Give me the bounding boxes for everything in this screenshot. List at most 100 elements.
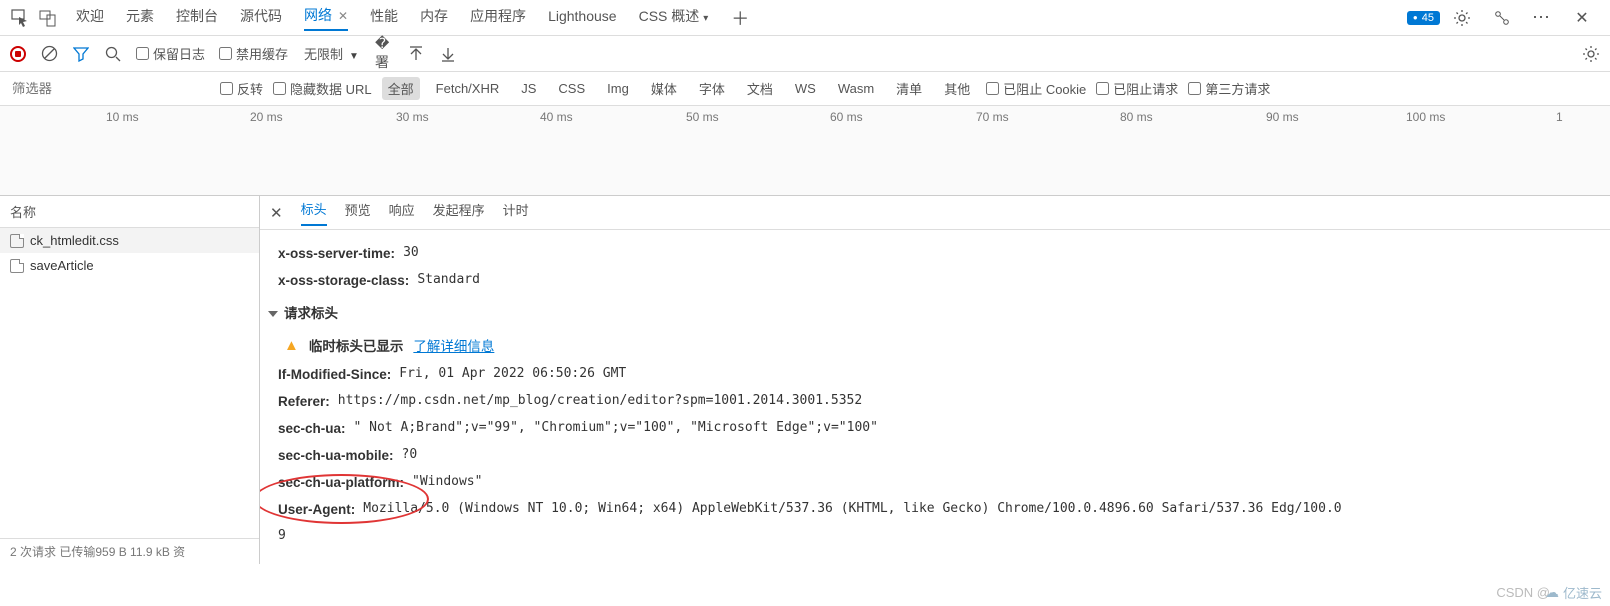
tab-memory[interactable]: 内存 (420, 6, 448, 30)
detail-tabs: ✕ 标头 预览 响应 发起程序 计时 (260, 196, 1610, 230)
filter-input[interactable] (10, 77, 210, 100)
chip-css[interactable]: CSS (552, 79, 591, 98)
request-headers-section[interactable]: 请求标头 (268, 300, 1592, 327)
filterbar: 反转 隐藏数据 URL 全部 Fetch/XHR JS CSS Img 媒体 字… (0, 72, 1610, 106)
request-header-row: User-Agent:Mozilla/5.0 (Windows NT 10.0;… (278, 496, 1592, 523)
more-icon[interactable]: ⋯ (1532, 8, 1552, 28)
tab-elements[interactable]: 元素 (126, 6, 154, 30)
request-row[interactable]: ck_htmledit.css (0, 228, 259, 253)
devtools-tabs: 欢迎 元素 控制台 源代码 网络✕ 性能 内存 应用程序 Lighthouse … (76, 5, 1407, 31)
gear-icon[interactable] (1452, 8, 1472, 28)
detail-pane: ✕ 标头 预览 响应 发起程序 计时 x-oss-server-time:30 … (260, 196, 1610, 564)
tab-css-overview[interactable]: CSS 概述▾ (639, 6, 709, 30)
tab-response[interactable]: 响应 (389, 200, 415, 225)
warning-icon: ▲ (284, 331, 299, 361)
timeline-tick: 40 ms (540, 110, 573, 124)
inspect-icon[interactable] (10, 8, 30, 28)
timeline-tick: 30 ms (396, 110, 429, 124)
tab-headers[interactable]: 标头 (301, 199, 327, 226)
upload-icon[interactable] (407, 45, 425, 63)
tab-sources[interactable]: 源代码 (240, 6, 282, 30)
file-icon (10, 259, 24, 273)
tab-performance[interactable]: 性能 (370, 6, 398, 30)
activity-icon[interactable] (1492, 8, 1512, 28)
chevron-down-icon: ▼ (349, 51, 359, 62)
watermark-yisuyun: ☁亿速云 (1545, 583, 1602, 602)
request-header-row: sec-ch-ua:" Not A;Brand";v="99", "Chromi… (278, 415, 1592, 442)
device-icon[interactable] (38, 8, 58, 28)
close-icon[interactable]: ✕ (338, 9, 348, 23)
response-header-row: x-oss-server-time:30 (278, 240, 1592, 267)
request-name: saveArticle (30, 258, 94, 273)
invert-checkbox[interactable]: 反转 (220, 79, 263, 98)
chip-font[interactable]: 字体 (693, 77, 731, 100)
main-pane: 名称 ck_htmledit.css saveArticle 2 次请求 已传输… (0, 196, 1610, 564)
chip-wasm[interactable]: Wasm (832, 79, 880, 98)
close-devtools-icon[interactable]: ✕ (1572, 8, 1592, 28)
timeline-tick: 20 ms (250, 110, 283, 124)
request-header-row: 9 (278, 523, 1592, 549)
chip-media[interactable]: 媒体 (645, 77, 683, 100)
chip-manifest[interactable]: 清单 (890, 77, 928, 100)
blocked-requests-checkbox[interactable]: 已阻止请求 (1096, 79, 1178, 98)
throttling-select[interactable]: 无限制▼ (302, 42, 361, 65)
provisional-warning: ▲ 临时标头已显示 了解详细信息 (278, 331, 1592, 361)
timeline-tick: 50 ms (686, 110, 719, 124)
tab-application[interactable]: 应用程序 (470, 6, 526, 30)
chip-doc[interactable]: 文档 (741, 77, 779, 100)
timeline-tick: 10 ms (106, 110, 139, 124)
request-name: ck_htmledit.css (30, 233, 119, 248)
tab-preview[interactable]: 预览 (345, 200, 371, 225)
timeline-tick: 90 ms (1266, 110, 1299, 124)
learn-more-link[interactable]: 了解详细信息 (413, 333, 494, 360)
watermark-csdn: CSDN @ (1496, 585, 1550, 600)
status-line: 2 次请求 已传输959 B 11.9 kB 资 (0, 538, 259, 564)
request-header-row: sec-ch-ua-mobile:?0 (278, 442, 1592, 469)
timeline-tick: 70 ms (976, 110, 1009, 124)
tab-lighthouse[interactable]: Lighthouse (548, 8, 617, 28)
third-party-checkbox[interactable]: 第三方请求 (1188, 79, 1270, 98)
file-icon (10, 234, 24, 248)
chevron-down-icon: ▾ (703, 13, 708, 24)
close-detail-icon[interactable]: ✕ (270, 204, 283, 222)
tab-initiator[interactable]: 发起程序 (433, 200, 485, 225)
tab-timing[interactable]: 计时 (503, 200, 529, 225)
disclosure-icon (268, 311, 278, 317)
chip-img[interactable]: Img (601, 79, 635, 98)
clear-icon[interactable] (40, 45, 58, 63)
timeline-tick: 80 ms (1120, 110, 1153, 124)
chip-ws[interactable]: WS (789, 79, 822, 98)
response-header-row: x-oss-storage-class:Standard (278, 267, 1592, 294)
request-header-row: If-Modified-Since:Fri, 01 Apr 2022 06:50… (278, 361, 1592, 388)
filter-icon[interactable] (72, 45, 90, 63)
tab-console[interactable]: 控制台 (176, 6, 218, 30)
topbar-right: 45 ⋯ ✕ (1407, 8, 1600, 28)
disable-cache-checkbox[interactable]: 禁用缓存 (219, 44, 288, 63)
preserve-log-checkbox[interactable]: 保留日志 (136, 44, 205, 63)
chip-js[interactable]: JS (515, 79, 542, 98)
search-icon[interactable] (104, 45, 122, 63)
request-list: 名称 ck_htmledit.css saveArticle 2 次请求 已传输… (0, 196, 260, 564)
devtools-topbar: 欢迎 元素 控制台 源代码 网络✕ 性能 内存 应用程序 Lighthouse … (0, 0, 1610, 36)
headers-body: x-oss-server-time:30 x-oss-storage-class… (260, 230, 1610, 559)
request-header-row: sec-ch-ua-platform:"Windows" (278, 469, 1592, 496)
hide-data-urls-checkbox[interactable]: 隐藏数据 URL (273, 79, 372, 98)
record-button[interactable] (10, 46, 26, 62)
timeline[interactable]: 10 ms 20 ms 30 ms 40 ms 50 ms 60 ms 70 m… (0, 106, 1610, 196)
add-tab-icon[interactable]: ＋ (730, 8, 750, 28)
request-header-row: Referer:https://mp.csdn.net/mp_blog/crea… (278, 388, 1592, 415)
blocked-cookies-checkbox[interactable]: 已阻止 Cookie (986, 79, 1086, 98)
cloud-icon: ☁ (1545, 584, 1559, 601)
issues-badge[interactable]: 45 (1407, 11, 1440, 25)
chip-fetch[interactable]: Fetch/XHR (430, 79, 506, 98)
request-row[interactable]: saveArticle (0, 253, 259, 278)
tab-welcome[interactable]: 欢迎 (76, 6, 104, 30)
network-conditions-icon[interactable]: �署 (375, 45, 393, 63)
tab-network[interactable]: 网络✕ (304, 5, 348, 31)
chip-other[interactable]: 其他 (938, 77, 976, 100)
chip-all[interactable]: 全部 (382, 77, 420, 100)
name-column-header[interactable]: 名称 (0, 196, 259, 228)
network-settings-icon[interactable] (1582, 45, 1600, 63)
download-icon[interactable] (439, 45, 457, 63)
timeline-tick: 1 (1556, 110, 1563, 124)
